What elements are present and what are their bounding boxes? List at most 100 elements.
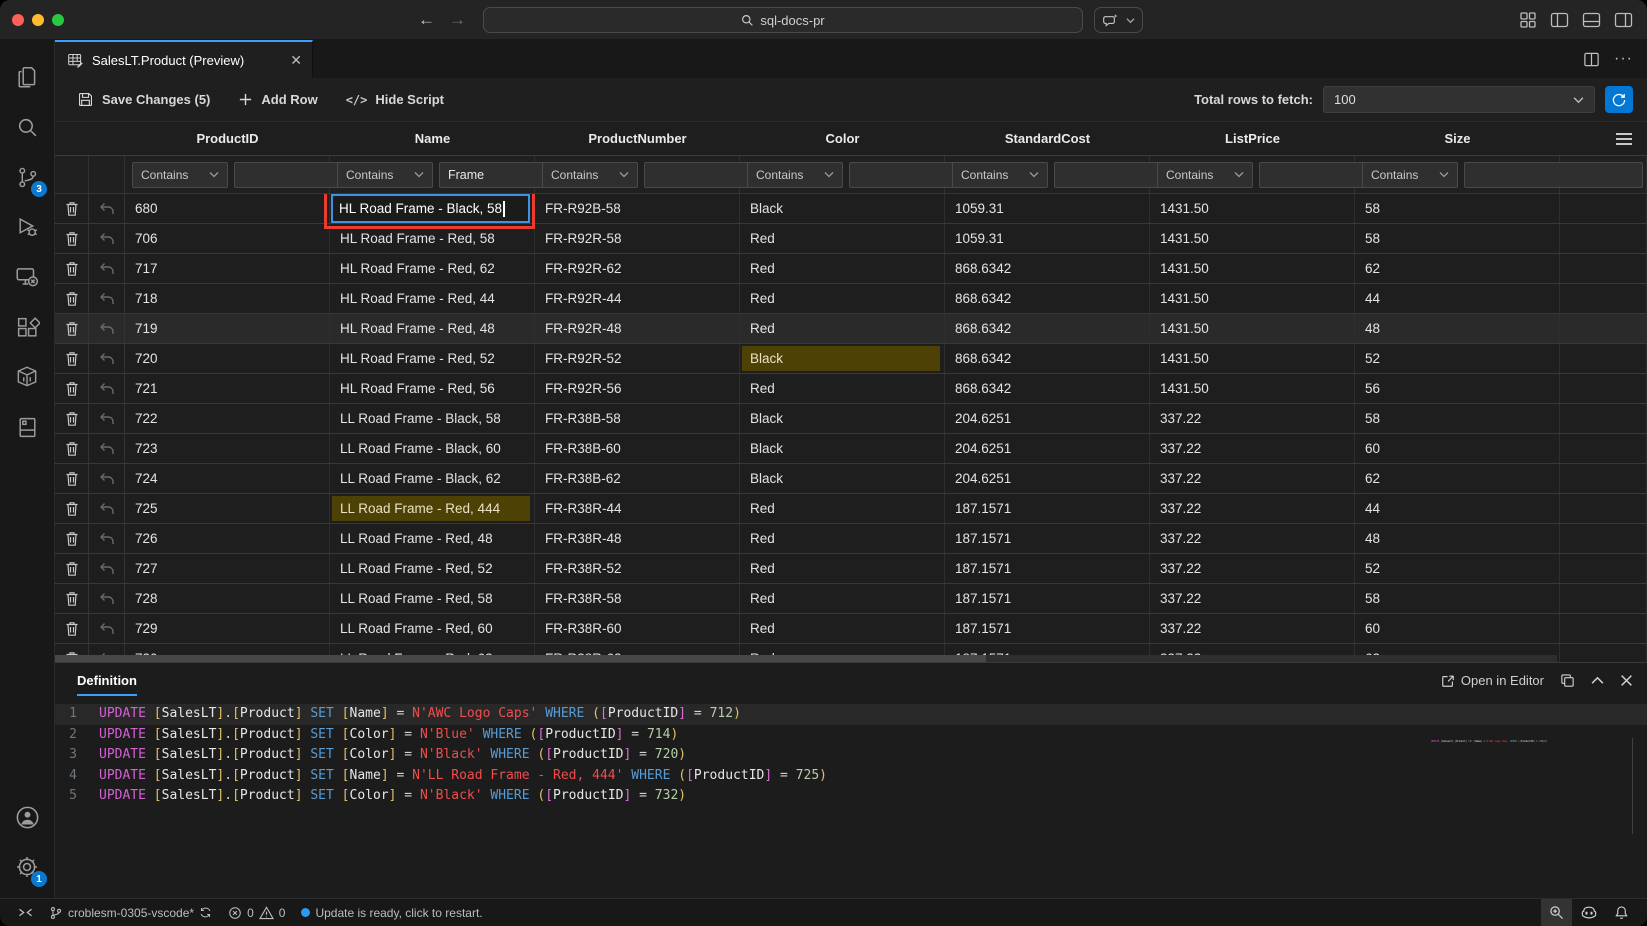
- cell-id[interactable]: 722: [125, 404, 330, 433]
- cell-number[interactable]: FR-R92R-44: [535, 284, 740, 313]
- cell-number[interactable]: FR-R38R-60: [535, 614, 740, 643]
- cell-number[interactable]: FR-R92R-62: [535, 254, 740, 283]
- cell-price[interactable]: 337.22: [1150, 494, 1355, 523]
- cell-color[interactable]: Red: [740, 314, 945, 343]
- delete-row-button[interactable]: [55, 194, 89, 223]
- cell-price[interactable]: 1431.50: [1150, 314, 1355, 343]
- sidebar-item-remote-explorer[interactable]: [3, 252, 51, 302]
- table-row[interactable]: 722LL Road Frame - Black, 58FR-R38B-58Bl…: [55, 404, 1647, 434]
- cell-cost[interactable]: 187.1571: [945, 494, 1150, 523]
- editor-scrollbar[interactable]: [1632, 738, 1633, 834]
- cell-name[interactable]: LL Road Frame - Black, 58: [330, 404, 535, 433]
- table-row[interactable]: 680HL Road Frame - Black, 58FR-R92B-58Bl…: [55, 194, 1647, 224]
- cell-size[interactable]: 48: [1355, 524, 1560, 553]
- tab-saleslt-product[interactable]: SalesLT.Product (Preview) ✕: [55, 40, 313, 78]
- refresh-button[interactable]: [1605, 86, 1633, 113]
- delete-row-button[interactable]: [55, 254, 89, 283]
- copy-icon[interactable]: [1560, 673, 1575, 688]
- cell-price[interactable]: 337.22: [1150, 524, 1355, 553]
- filter-operator-dropdown-size[interactable]: Contains: [1362, 162, 1458, 188]
- cell-price[interactable]: 337.22: [1150, 584, 1355, 613]
- cell-id[interactable]: 729: [125, 614, 330, 643]
- delete-row-button[interactable]: [55, 314, 89, 343]
- column-header-color[interactable]: Color: [740, 131, 945, 146]
- cell-size[interactable]: 44: [1355, 284, 1560, 313]
- command-center-search[interactable]: sql-docs-pr: [483, 7, 1083, 33]
- filter-operator-dropdown-standardcost[interactable]: Contains: [952, 162, 1048, 188]
- cell-name[interactable]: LL Road Frame - Black, 62: [330, 464, 535, 493]
- cell-cost[interactable]: 187.1571: [945, 554, 1150, 583]
- cell-id[interactable]: 680: [125, 194, 330, 223]
- cell-name[interactable]: HL Road Frame - Black, 58: [330, 194, 535, 223]
- table-row[interactable]: 706HL Road Frame - Red, 58FR-R92R-58Red1…: [55, 224, 1647, 254]
- cell-name[interactable]: HL Road Frame - Red, 62: [330, 254, 535, 283]
- filter-operator-dropdown-color[interactable]: Contains: [747, 162, 843, 188]
- undo-row-button[interactable]: [89, 224, 125, 253]
- tab-close-icon[interactable]: ✕: [290, 52, 302, 69]
- update-ready-indicator[interactable]: Update is ready, click to restart.: [293, 899, 490, 926]
- filter-operator-dropdown-listprice[interactable]: Contains: [1157, 162, 1253, 188]
- code-line[interactable]: 5UPDATE [SalesLT].[Product] SET [Color] …: [55, 786, 1647, 807]
- undo-row-button[interactable]: [89, 374, 125, 403]
- hide-script-button[interactable]: </> Hide Script: [346, 92, 444, 107]
- delete-row-button[interactable]: [55, 614, 89, 643]
- table-row[interactable]: 719HL Road Frame - Red, 48FR-R92R-48Red8…: [55, 314, 1647, 344]
- cell-color[interactable]: Red: [740, 374, 945, 403]
- close-window-button[interactable]: [12, 14, 24, 26]
- column-header-listprice[interactable]: ListPrice: [1150, 131, 1355, 146]
- undo-row-button[interactable]: [89, 554, 125, 583]
- delete-row-button[interactable]: [55, 284, 89, 313]
- sql-code-editor[interactable]: 1UPDATE [SalesLT].[Product] SET [Name] =…: [55, 698, 1647, 898]
- cell-number[interactable]: FR-R38R-52: [535, 554, 740, 583]
- cell-color[interactable]: Red: [740, 254, 945, 283]
- cell-number[interactable]: FR-R38B-58: [535, 404, 740, 433]
- undo-row-button[interactable]: [89, 464, 125, 493]
- cell-price[interactable]: 1431.50: [1150, 284, 1355, 313]
- cell-color[interactable]: Red: [740, 284, 945, 313]
- delete-row-button[interactable]: [55, 224, 89, 253]
- cell-number[interactable]: FR-R38B-62: [535, 464, 740, 493]
- filter-operator-dropdown-productid[interactable]: Contains: [132, 162, 228, 188]
- cell-number[interactable]: FR-R92R-52: [535, 344, 740, 373]
- problems-indicator[interactable]: 0 0: [220, 899, 293, 926]
- cell-cost[interactable]: 868.6342: [945, 344, 1150, 373]
- cell-id[interactable]: 719: [125, 314, 330, 343]
- undo-row-button[interactable]: [89, 524, 125, 553]
- chevron-up-icon[interactable]: [1591, 676, 1604, 685]
- cell-name[interactable]: HL Road Frame - Red, 44: [330, 284, 535, 313]
- cell-number[interactable]: FR-R92R-48: [535, 314, 740, 343]
- cell-number[interactable]: FR-R92R-58: [535, 224, 740, 253]
- cell-name[interactable]: LL Road Frame - Red, 60: [330, 614, 535, 643]
- undo-row-button[interactable]: [89, 314, 125, 343]
- table-row[interactable]: 718HL Road Frame - Red, 44FR-R92R-44Red8…: [55, 284, 1647, 314]
- table-row[interactable]: 727LL Road Frame - Red, 52FR-R38R-52Red1…: [55, 554, 1647, 584]
- accounts-button[interactable]: [3, 792, 51, 842]
- table-row[interactable]: 721HL Road Frame - Red, 56FR-R92R-56Red8…: [55, 374, 1647, 404]
- code-line[interactable]: 2UPDATE [SalesLT].[Product] SET [Color] …: [55, 725, 1647, 746]
- cell-size[interactable]: 56: [1355, 374, 1560, 403]
- delete-row-button[interactable]: [55, 344, 89, 373]
- cell-cost[interactable]: 1059.31: [945, 224, 1150, 253]
- undo-row-button[interactable]: [89, 614, 125, 643]
- cell-name[interactable]: HL Road Frame - Red, 56: [330, 374, 535, 403]
- cell-cost[interactable]: 187.1571: [945, 524, 1150, 553]
- cell-size[interactable]: 60: [1355, 614, 1560, 643]
- cell-color[interactable]: Red: [740, 554, 945, 583]
- cell-id[interactable]: 723: [125, 434, 330, 463]
- minimap[interactable]: UPDATE [SalesLT].[Product] SET [Name] = …: [1431, 740, 1547, 744]
- cell-price[interactable]: 1431.50: [1150, 374, 1355, 403]
- cell-color[interactable]: Red: [740, 584, 945, 613]
- zoom-status-button[interactable]: [1541, 899, 1572, 926]
- cell-name[interactable]: LL Road Frame - Red, 444: [330, 494, 535, 523]
- navigate-back-button[interactable]: ←: [418, 10, 435, 30]
- cell-id[interactable]: 717: [125, 254, 330, 283]
- copilot-status-button[interactable]: [1572, 899, 1606, 926]
- cell-color[interactable]: Black: [740, 194, 945, 223]
- cell-number[interactable]: FR-R38R-58: [535, 584, 740, 613]
- cell-size[interactable]: 58: [1355, 224, 1560, 253]
- cell-cost[interactable]: 204.6251: [945, 464, 1150, 493]
- cell-color[interactable]: Red: [740, 494, 945, 523]
- cell-number[interactable]: FR-R38R-44: [535, 494, 740, 523]
- cell-id[interactable]: 724: [125, 464, 330, 493]
- cell-id[interactable]: 718: [125, 284, 330, 313]
